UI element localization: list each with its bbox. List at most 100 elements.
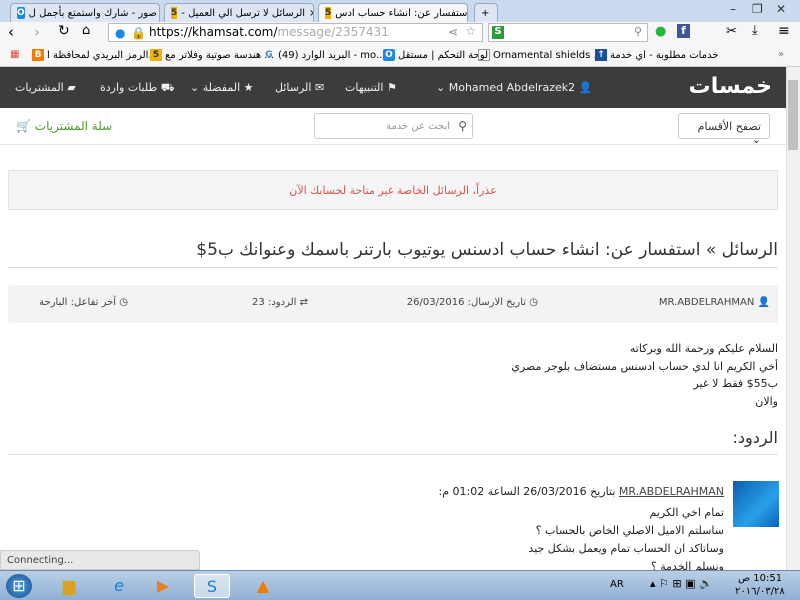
minimize-button[interactable]: – — [730, 2, 736, 16]
bookmark[interactable]: 5 هندسة صوتية وفلاتر مع ... — [150, 49, 274, 61]
apps-icon[interactable]: ▦ — [10, 49, 19, 60]
language-indicator[interactable]: AR — [610, 579, 624, 590]
bookmark[interactable]: G (49) البريد الوارد - mo... — [263, 49, 385, 61]
search-box[interactable]: S ⚲ — [488, 23, 648, 42]
vlc-icon[interactable]: ▲ — [250, 574, 276, 598]
maximize-button[interactable]: ❐ — [752, 2, 763, 16]
nav-notifications[interactable]: ⚑ التنبيهات — [345, 81, 397, 94]
user-menu[interactable]: ⌄ Mohamed Abdelrazek2 👤 — [436, 81, 592, 94]
download-icon[interactable]: ⤓ — [752, 23, 758, 38]
scrollbar-thumb[interactable] — [788, 80, 798, 150]
message-line: السلام عليكم ورحمة الله وبركاته — [629, 342, 778, 355]
nav-incoming-orders[interactable]: ⛟ طلبات واردة — [100, 81, 175, 96]
bookmark-label: هندسة صوتية وفلاتر مع ... — [165, 49, 274, 61]
home-button[interactable]: ⌂ — [82, 23, 90, 38]
truck-icon: ⛟ — [160, 81, 175, 94]
address-bar[interactable]: ● 🔒 https://khamsat.com/message/2357431 … — [108, 23, 483, 42]
menu-icon[interactable]: ≡ — [778, 23, 790, 39]
cart-link[interactable]: 🛒 سلة المشتريات — [16, 119, 112, 133]
flag-icon: ⚑ — [386, 81, 397, 94]
clock-time[interactable]: 10:51 ص — [738, 573, 782, 584]
taskbar: ⊞ ▆ e ▶ S ▲ AR ▴ ⚐ ⊞ ▣ 🔊 10:51 ص ٢٠١٦/٠٣… — [0, 570, 800, 600]
avatar[interactable] — [733, 481, 779, 527]
nav-label: الرسائل — [275, 81, 312, 94]
folder-icon: ▰ — [67, 81, 76, 94]
search-icon[interactable]: ⚲ — [634, 25, 642, 38]
tab[interactable]: Oصور - شارك واستمتع بأجمل ل× — [10, 3, 160, 22]
reply-date: بتاريخ 26/03/2016 الساعة 01:02 م: — [438, 485, 616, 498]
nav-label: التنبيهات — [345, 81, 384, 94]
media-player-icon[interactable]: ▶ — [150, 574, 176, 598]
scissors-icon[interactable]: ✂ — [726, 24, 737, 39]
replies-heading: الردود: — [732, 428, 778, 447]
tab-title: صور - شارك واستمتع بأجمل ل — [28, 7, 157, 19]
tab-strip: 5استفسار عن: انشاء حساب ادس× 5- الرسائل … — [0, 0, 800, 22]
tab-active[interactable]: 5استفسار عن: انشاء حساب ادس× — [318, 3, 468, 22]
nav-purchases[interactable]: ▰ المشتريات — [15, 81, 76, 94]
reply-author-link[interactable]: MR.ABDELRAHMAN — [619, 485, 724, 498]
sub-bar: تصفح الأقسام ⌄ ابحث عن خدمة ⚲ 🛒 سلة المشت… — [0, 108, 786, 146]
browser-taskbar-icon[interactable]: S — [194, 574, 230, 598]
close-window-button[interactable]: ✕ — [776, 2, 786, 16]
bookmark[interactable]: Ornamental shields ... — [478, 49, 603, 61]
nav-messages[interactable]: ✉ الرسائل — [275, 81, 324, 94]
sent-text: تاريخ الارسال: 26/03/2016 — [406, 297, 527, 308]
search-icon[interactable]: ⚲ — [458, 119, 467, 133]
bookmark-label: الرمز البريدي لمحافظة ا... — [47, 49, 158, 61]
author-name: MR.ABDELRAHMAN — [658, 297, 755, 308]
close-icon[interactable]: × — [309, 8, 313, 19]
divider — [8, 454, 778, 455]
search-engine-icon[interactable]: S — [492, 26, 504, 39]
meta-last-activity: ◷ آخر تفاعل: البارحة — [39, 297, 128, 308]
bookmark-label: Ornamental shields ... — [493, 49, 604, 61]
message-meta: 👤 MR.ABDELRAHMAN ◷ تاريخ الارسال: 26/03/… — [8, 285, 778, 323]
bookmark[interactable]: ↑ خدمات مطلوبة - اي خدمة — [595, 49, 719, 61]
meta-author[interactable]: 👤 MR.ABDELRAHMAN — [659, 297, 770, 308]
bookmark-label: لوحة التحكم | مستقل — [398, 49, 489, 61]
bookmark[interactable]: O لوحة التحكم | مستقل — [383, 49, 488, 61]
status-bar: Connecting... — [0, 550, 200, 570]
message-line: والان — [755, 394, 778, 408]
forward-button[interactable]: › — [34, 23, 40, 41]
nav-label: طلبات واردة — [100, 81, 158, 94]
back-button[interactable]: ‹ — [8, 23, 14, 41]
explorer-icon[interactable]: ▆ — [56, 574, 82, 598]
clock-icon: ◷ — [119, 297, 128, 308]
reply-line: تمام اخي الكريم — [649, 506, 724, 519]
khamsat-logo[interactable]: خمسات — [689, 74, 772, 99]
clock-date[interactable]: ٢٠١٦/٠٣/٢٨ — [735, 586, 785, 597]
reply-line: وساتاكد ان الحساب تمام ويعمل بشكل جيد — [528, 542, 724, 555]
share-icon[interactable]: ⋖ — [448, 25, 458, 39]
tab-title: استفسار عن: انشاء حساب ادس — [335, 7, 468, 19]
star-icon[interactable]: ☆ — [465, 24, 476, 38]
bookmarks-bar: ▦ Bالرمز البريدي لمحافظة ا... 5هندسة صوت… — [0, 44, 800, 67]
page-title: الرسائل » استفسار عن: انشاء حساب ادسنس ي… — [196, 240, 778, 260]
internet-explorer-icon[interactable]: e — [106, 574, 132, 598]
url-host: https://khamsat.com/ — [149, 25, 278, 39]
message-body: السلام عليكم ورحمة الله وبركاته أخي الكر… — [511, 340, 778, 410]
service-search-input[interactable]: ابحث عن خدمة ⚲ — [314, 113, 473, 139]
more-bookmarks-button[interactable]: » — [778, 49, 784, 60]
new-tab-button[interactable]: + — [474, 3, 498, 22]
divider — [8, 267, 778, 268]
reply-item: MR.ABDELRAHMAN بتاريخ 26/03/2016 الساعة … — [439, 483, 724, 576]
khamsat-favicon-icon: 5 — [171, 7, 178, 19]
star-icon: ★ — [243, 81, 254, 94]
reply-header: MR.ABDELRAHMAN بتاريخ 26/03/2016 الساعة … — [439, 483, 724, 501]
tray-icons[interactable]: ▴ ⚐ ⊞ ▣ 🔊 — [650, 577, 713, 590]
nav-label: المفضلة — [202, 81, 241, 94]
facebook-icon[interactable]: f — [677, 24, 690, 38]
tab[interactable]: 5- الرسائل لا ترسل الي العميل× — [164, 3, 314, 22]
start-button[interactable]: ⊞ — [6, 574, 32, 598]
categories-dropdown[interactable]: تصفح الأقسام ⌄ — [678, 113, 770, 146]
reload-button[interactable]: ↻ — [58, 23, 70, 39]
search-placeholder: ابحث عن خدمة — [386, 121, 450, 132]
whatsapp-icon[interactable]: ● — [655, 24, 666, 39]
khamsat-favicon-icon: 5 — [325, 7, 332, 19]
meta-replies: ⇄ الردود: 23 — [252, 297, 308, 308]
bookmark-label: خدمات مطلوبة - اي خدمة — [610, 49, 719, 61]
user-icon: 👤 — [578, 81, 593, 94]
bookmark[interactable]: Bالرمز البريدي لمحافظة ا... — [32, 49, 158, 61]
lock-icon: 🔒 — [131, 26, 146, 40]
nav-favorites[interactable]: ★ المفضلة ⌄ — [190, 81, 254, 94]
